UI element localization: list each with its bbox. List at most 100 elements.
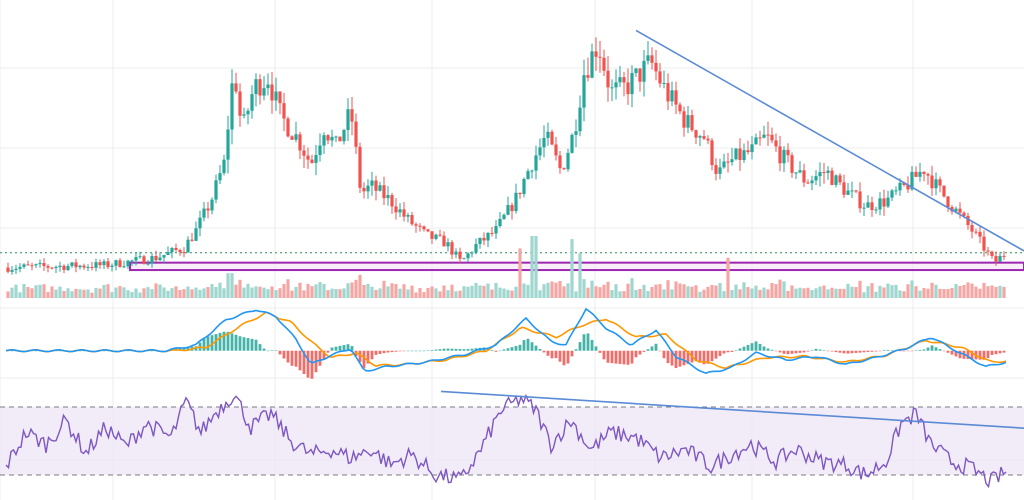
macd-histogram-bar bbox=[246, 338, 250, 351]
volume-bar bbox=[278, 288, 282, 298]
candle-body bbox=[634, 68, 638, 73]
volume-bar bbox=[186, 286, 190, 298]
volume-bar bbox=[106, 284, 110, 298]
volume-bar bbox=[654, 284, 658, 298]
volume-bar bbox=[98, 288, 102, 298]
macd-histogram-bar bbox=[762, 346, 766, 351]
candle-body bbox=[734, 148, 738, 160]
volume-bar bbox=[838, 288, 842, 298]
chart-canvas[interactable] bbox=[0, 0, 1024, 500]
volume-bar bbox=[746, 287, 750, 298]
macd-histogram-bar bbox=[498, 350, 502, 352]
volume-bar bbox=[722, 291, 726, 298]
candle-body bbox=[342, 130, 346, 142]
candle-body bbox=[754, 137, 758, 145]
volume-bar bbox=[374, 289, 378, 298]
candle-body bbox=[590, 51, 594, 78]
volume-bar bbox=[534, 236, 538, 298]
candle-body bbox=[10, 269, 14, 272]
volume-bar bbox=[682, 284, 686, 298]
volume-bar bbox=[666, 280, 670, 298]
candle-body bbox=[90, 267, 94, 269]
macd-histogram-bar bbox=[454, 348, 458, 351]
candle-body bbox=[586, 75, 590, 78]
candle-body bbox=[870, 202, 874, 211]
volume-bar bbox=[34, 285, 38, 298]
volume-bar bbox=[782, 281, 786, 298]
candle-body bbox=[62, 265, 66, 271]
macd-histogram-bar bbox=[546, 350, 550, 356]
candle-body bbox=[858, 191, 862, 209]
macd-histogram-bar bbox=[266, 350, 270, 352]
candle-body bbox=[442, 235, 446, 247]
volume-bar bbox=[758, 289, 762, 298]
volume-bar bbox=[650, 286, 654, 298]
macd-histogram-bar bbox=[890, 350, 894, 351]
volume-bar bbox=[414, 292, 418, 298]
candle-body bbox=[774, 140, 778, 147]
volume-bar bbox=[714, 285, 718, 298]
candle-body bbox=[978, 231, 982, 237]
candle-body bbox=[226, 129, 230, 160]
candle-body bbox=[254, 79, 258, 95]
volume-bar bbox=[754, 285, 758, 298]
macd-histogram-bar bbox=[470, 348, 474, 351]
candle-body bbox=[838, 175, 842, 183]
candle-body bbox=[654, 62, 658, 72]
macd-histogram-bar bbox=[866, 350, 870, 353]
candle-body bbox=[490, 232, 494, 234]
candle-body bbox=[354, 121, 358, 147]
volume-bar bbox=[318, 282, 322, 298]
macd-histogram-bar bbox=[918, 349, 922, 351]
macd-histogram-bar bbox=[594, 346, 598, 351]
volume-bar bbox=[458, 290, 462, 298]
macd-histogram-bar bbox=[418, 350, 422, 352]
volume-bar bbox=[850, 286, 854, 298]
candle-body bbox=[370, 180, 374, 186]
macd-histogram-bar bbox=[542, 350, 546, 353]
candle-body bbox=[646, 55, 650, 61]
macd-histogram-bar bbox=[422, 350, 426, 352]
volume-bar bbox=[594, 286, 598, 298]
macd-histogram-bar bbox=[858, 350, 862, 353]
volume-bar bbox=[174, 286, 178, 298]
volume-bar bbox=[698, 291, 702, 298]
macd-histogram-bar bbox=[910, 350, 914, 352]
candle-body bbox=[338, 136, 342, 142]
macd-histogram-bar bbox=[550, 350, 554, 359]
candle-body bbox=[314, 154, 318, 163]
trading-chart[interactable] bbox=[0, 0, 1024, 500]
volume-bar bbox=[542, 284, 546, 298]
volume-bar bbox=[14, 284, 18, 298]
candle-body bbox=[470, 252, 474, 254]
candle-body bbox=[162, 254, 166, 258]
volume-bar bbox=[410, 285, 414, 298]
candle-body bbox=[946, 196, 950, 208]
volume-bar bbox=[362, 284, 366, 298]
candle-body bbox=[926, 174, 930, 176]
candle-body bbox=[802, 170, 806, 183]
volume-bar bbox=[102, 284, 106, 298]
volume-bar bbox=[854, 287, 858, 298]
candle-body bbox=[882, 198, 886, 207]
candle-body bbox=[334, 136, 338, 138]
volume-bar bbox=[158, 284, 162, 298]
macd-histogram-bar bbox=[598, 350, 602, 353]
candle-body bbox=[266, 84, 270, 89]
volume-bar bbox=[810, 290, 814, 298]
macd-histogram-bar bbox=[998, 350, 1002, 354]
volume-bar bbox=[382, 280, 386, 298]
volume-bar bbox=[706, 286, 710, 298]
volume-bar bbox=[806, 287, 810, 298]
volume-bar bbox=[550, 281, 554, 298]
candle-body bbox=[514, 192, 518, 212]
candle-body bbox=[630, 72, 634, 95]
candle-body bbox=[614, 82, 618, 88]
macd-histogram-bar bbox=[290, 350, 294, 366]
candle-body bbox=[714, 165, 718, 174]
candle-body bbox=[34, 264, 38, 266]
candle-body bbox=[246, 110, 250, 115]
volume-bar bbox=[342, 288, 346, 298]
volume-bar bbox=[210, 284, 214, 298]
candle-body bbox=[326, 135, 330, 141]
